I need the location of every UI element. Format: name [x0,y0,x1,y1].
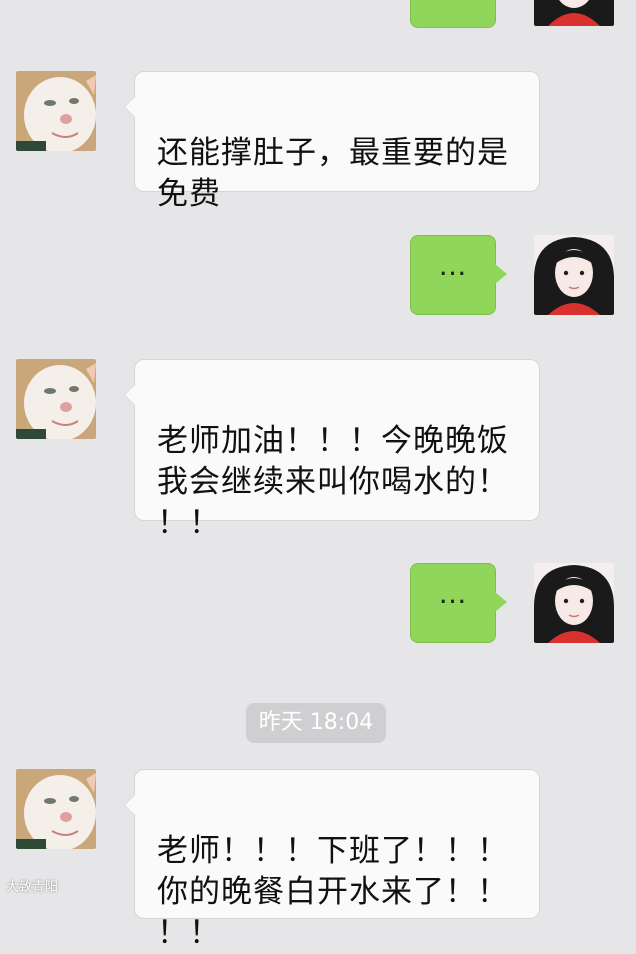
incoming-bubble[interactable]: 老师加油！！！今晚晚饭 我会继续来叫你喝水的！ ！！ [124,359,540,541]
message-text: 老师加油！！！今晚晚饭 我会继续来叫你喝水的！ ！！ [157,423,509,541]
outgoing-bubble[interactable]: … [410,0,496,28]
message-text: 还能撑肚子，最重要的是 免费 [157,135,509,212]
cat-avatar-icon[interactable] [16,769,96,849]
incoming-bubble[interactable]: 还能撑肚子，最重要的是 免费 [124,71,540,212]
outgoing-bubble[interactable]: … [410,235,507,315]
girl-avatar-icon[interactable] [534,0,614,26]
message-text: … [438,577,468,610]
cat-avatar-icon[interactable] [16,71,96,151]
outgoing-bubble[interactable]: … [410,563,507,643]
cat-avatar-icon[interactable] [16,359,96,439]
girl-avatar-icon[interactable] [534,235,614,315]
message-text: … [438,249,468,282]
watermark-text: 大致青阳 [6,880,59,895]
girl-avatar-icon[interactable] [534,563,614,643]
incoming-bubble[interactable]: 老师！！！下班了！！！ 你的晚餐白开水来了！！ ！！ [124,769,540,951]
message-text: 老师！！！下班了！！！ 你的晚餐白开水来了！！ ！！ [157,833,509,951]
timestamp-badge: 昨天 18:04 [246,703,386,743]
